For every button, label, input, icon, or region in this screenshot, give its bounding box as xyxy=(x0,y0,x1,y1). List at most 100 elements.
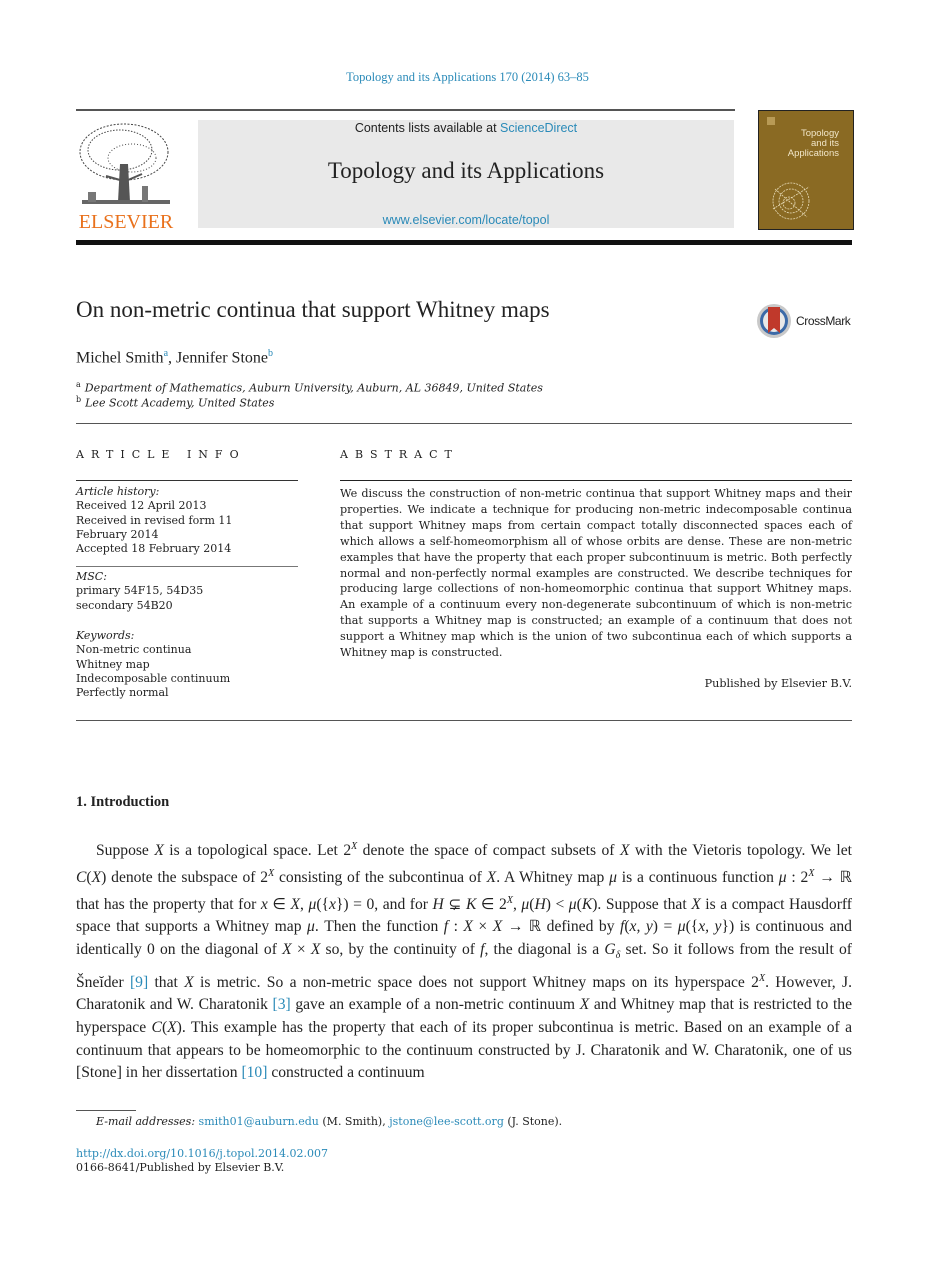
text-run: , the diagonal is a xyxy=(484,940,605,958)
published-by: Published by Elsevier B.V. xyxy=(704,677,852,690)
section-rule xyxy=(76,720,852,721)
math-symbol: μ xyxy=(306,918,315,936)
sciencedirect-link[interactable]: ScienceDirect xyxy=(500,121,577,135)
section-heading: 1. Introduction xyxy=(76,794,170,810)
email-link[interactable]: jstone@lee-scott.org xyxy=(389,1115,504,1128)
contents-line: Contents lists available at ScienceDirec… xyxy=(198,121,734,135)
abstract-text: We discuss the construction of non-metri… xyxy=(340,487,852,660)
history-line: Accepted 18 February 2014 xyxy=(76,542,232,556)
math-symbol: H xyxy=(534,895,546,913)
history-line: Received 12 April 2013 xyxy=(76,499,207,513)
text-run: ({ xyxy=(685,918,699,936)
text-run: denote the space of compact subsets of xyxy=(357,842,620,860)
math-symbol: X xyxy=(579,996,590,1014)
msc-line: primary 54F15, 54D35 xyxy=(76,584,204,598)
math-symbol: K xyxy=(465,895,477,913)
math-symbol: X xyxy=(282,940,292,958)
math-symbol: C xyxy=(151,1019,162,1037)
header-thick-rule xyxy=(76,240,852,245)
math-symbol: X xyxy=(91,868,102,886)
article-history: Article history: Received 12 April 2013 … xyxy=(76,485,306,556)
affiliation: a Department of Mathematics, Auburn Unive… xyxy=(76,380,543,395)
author-name[interactable]: Jennifer Stone xyxy=(176,349,268,366)
text-run: ) = xyxy=(652,918,678,936)
math-symbol: X xyxy=(167,1019,177,1037)
math-symbol: μ xyxy=(568,895,577,913)
msc-codes: MSC: primary 54F15, 54D35 secondary 54B2… xyxy=(76,570,306,613)
citation-link[interactable]: [9] xyxy=(130,974,148,991)
article-title: On non-metric continua that support Whit… xyxy=(76,297,550,322)
text-run: is a continuous function xyxy=(616,868,779,886)
math-symbol: μ xyxy=(778,868,787,886)
author-list: Michel Smitha, Jennifer Stoneb xyxy=(76,348,273,367)
issn-line: 0166-8641/Published by Elsevier B.V. xyxy=(76,1161,285,1174)
text-run: . Then the function xyxy=(314,918,444,936)
citation-link[interactable]: [3] xyxy=(273,996,291,1013)
crossmark-icon xyxy=(757,304,791,338)
affiliation-label: a xyxy=(76,380,81,389)
crossmark-label: CrossMark xyxy=(796,314,851,328)
email-link[interactable]: smith01@auburn.edu xyxy=(199,1115,319,1128)
math-symbol: H xyxy=(432,895,444,913)
math-symbol: C xyxy=(76,868,87,886)
history-line: February 2014 xyxy=(76,527,159,541)
article-info-rule xyxy=(76,480,298,481)
journal-cover[interactable]: Topology and its Applications xyxy=(758,110,854,230)
text-run: ) denote the subspace of 2 xyxy=(101,868,269,886)
text-run: that xyxy=(148,973,185,991)
cover-artwork-icon xyxy=(772,182,810,220)
math-symbol: X xyxy=(290,895,301,913)
keywords: Keywords: Non-metric continua Whitney ma… xyxy=(76,629,306,700)
text-run: is a topological space. Let 2 xyxy=(163,842,352,860)
history-line: Received in revised form 11 xyxy=(76,513,233,527)
text-run: is metric. So a non-metric space does no… xyxy=(193,973,759,991)
crossmark-button[interactable]: CrossMark xyxy=(756,303,856,343)
citation-link[interactable]: [10] xyxy=(241,1064,267,1081)
text-run: consisting of the subcontinua of xyxy=(274,868,487,886)
text-run: ). Suppose that xyxy=(592,895,692,913)
journal-reference[interactable]: Topology and its Applications 170 (2014)… xyxy=(0,70,935,85)
math-symbol: x xyxy=(329,895,336,913)
affiliation-label: b xyxy=(76,395,82,404)
affiliation-text: Lee Scott Academy, United States xyxy=(85,396,275,410)
affiliation-text: Department of Mathematics, Auburn Univer… xyxy=(84,381,543,395)
text-run: gave an example of a non-metric continuu… xyxy=(290,996,580,1014)
text-run: → ℝ defined by xyxy=(502,918,620,936)
math-symbol: K xyxy=(581,895,593,913)
math-symbol: X xyxy=(691,895,701,913)
journal-banner: Contents lists available at ScienceDirec… xyxy=(198,120,734,228)
text-run: ) < xyxy=(545,895,569,913)
keyword: Whitney map xyxy=(76,657,150,671)
math-symbol: G xyxy=(604,940,616,958)
doi-link[interactable]: http://dx.doi.org/10.1016/j.topol.2014.0… xyxy=(76,1147,328,1160)
email-owner: (M. Smith), xyxy=(318,1115,390,1128)
journal-title: Topology and its Applications xyxy=(327,158,605,183)
text-run: Suppose xyxy=(96,842,155,860)
math-symbol: x, y xyxy=(629,918,653,936)
text-run: ∈ 2 xyxy=(476,895,507,913)
introduction-paragraph: Suppose X is a topological space. Let 2 X… xyxy=(76,836,852,1085)
affiliation: b Lee Scott Academy, United States xyxy=(76,395,274,410)
elsevier-wordmark: ELSEVIER xyxy=(79,211,174,232)
elsevier-logo[interactable]: ELSEVIER xyxy=(76,120,176,233)
math-symbol: X xyxy=(463,918,473,936)
section-rule xyxy=(76,423,852,424)
author-name[interactable]: Michel Smith xyxy=(76,349,164,366)
math-symbol: X xyxy=(310,940,321,958)
article-info-rule xyxy=(76,566,298,567)
email-footnote: E-mail addresses: smith01@auburn.edu (M.… xyxy=(96,1115,562,1128)
contents-prefix: Contents lists available at xyxy=(354,121,501,135)
text-run: × xyxy=(291,940,311,958)
keyword: Perfectly normal xyxy=(76,686,169,700)
journal-url-link[interactable]: www.elsevier.com/locate/topol xyxy=(198,213,734,227)
text-run: ({ xyxy=(316,895,329,913)
cover-emblem-icon xyxy=(767,117,775,125)
email-owner: (J. Stone). xyxy=(503,1115,563,1128)
text-run: × xyxy=(472,918,493,936)
math-symbol: X xyxy=(492,918,503,936)
elsevier-tree-icon: ELSEVIER xyxy=(79,123,174,233)
affiliation-marker[interactable]: b xyxy=(268,348,273,359)
text-run: }) = 0, and for xyxy=(335,895,433,913)
text-run: ). This example has the property that ea… xyxy=(76,1019,852,1082)
text-run: . A Whitney map xyxy=(496,868,610,886)
